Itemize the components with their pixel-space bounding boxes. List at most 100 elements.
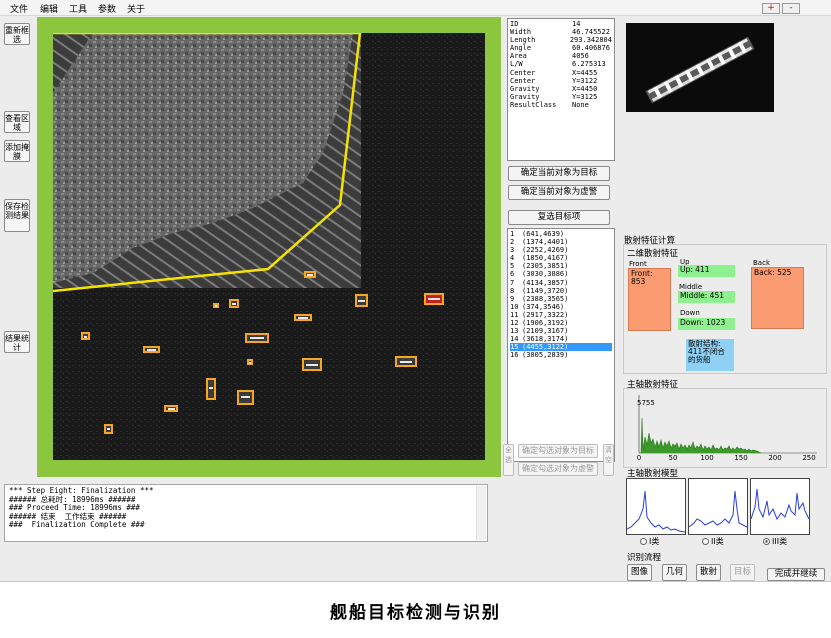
set-as-target-button[interactable]: 确定当前对象为目标 [508,166,610,181]
model-plot-1-line [626,490,686,533]
menu-file[interactable]: 文件 [10,2,28,15]
list-item-number: 7 [510,278,515,287]
list-item[interactable]: 11 (2917,3322) [510,311,612,319]
menu-tools[interactable]: 工具 [69,2,87,15]
menu-about[interactable]: 关于 [127,2,145,15]
target-thumbnail [626,23,774,112]
zoom-out-button[interactable]: - [782,3,800,14]
info-value: 293.342804 [569,36,612,45]
histogram-series [640,417,762,454]
flow-scatter-button[interactable]: 散射 [696,564,721,581]
log-output[interactable]: *** Step Eight: Finalization *** ###### 总… [4,484,488,542]
histogram-tick: 250 [802,454,815,461]
detection-box-highlighted[interactable] [424,293,444,305]
view-region-button[interactable]: 查看区域 [4,111,30,133]
model-option-1-label: I类 [649,537,660,546]
list-item[interactable]: 15 (4455,3122) [510,343,612,352]
model-plot-2[interactable] [688,478,748,535]
detection-box[interactable] [245,333,269,343]
menu-edit[interactable]: 编辑 [40,2,58,15]
detection-box[interactable] [294,314,312,321]
detection-box[interactable] [143,346,160,353]
statistics-button[interactable]: 结果统计 [4,331,30,353]
zoom-in-button[interactable]: + [762,3,780,14]
front-header: Front [629,260,647,268]
list-item[interactable]: 6 (3030,3886) [510,270,612,278]
detection-box[interactable] [304,271,316,278]
list-item[interactable]: 8 (1149,3720) [510,287,612,295]
list-item[interactable]: 4 (1850,4167) [510,254,612,262]
detection-box[interactable] [206,378,216,400]
flow-target-button[interactable]: 目标 [730,564,755,581]
model-option-3[interactable]: III类 [763,536,787,547]
reselect-button[interactable]: 重新框选 [4,23,30,45]
list-item[interactable]: 16 (3005,2839) [510,351,612,359]
add-mask-button[interactable]: 添加掩膜 [4,140,30,162]
clear-button[interactable]: 清空 [603,444,614,476]
sar-image[interactable] [53,33,485,460]
detection-box[interactable] [247,359,253,365]
mark-checked-false-button[interactable]: 确定勾选对象为虚警 [518,462,598,476]
list-item[interactable]: 12 (1906,3192) [510,319,612,327]
front-value: Front: 853 [628,268,671,331]
radio-dot-3 [763,538,770,545]
list-item-number: 5 [510,262,515,271]
model-option-3-label: III类 [772,537,788,546]
list-item-number: 1 [510,230,515,238]
target-list[interactable]: 1 (641,4639) 2 (1374,4401) 3 (2252,4269) 4 (185… [507,228,615,462]
middle-header: Middle [679,283,703,291]
detection-box[interactable] [229,299,239,308]
menu-bar: 文件 编辑 工具 参数 关于 + - [0,0,831,16]
info-row: Length 293.342804 [510,36,612,44]
detection-box[interactable] [164,405,178,412]
finish-continue-button[interactable]: 完成并继续 [767,568,825,581]
info-row: Width 46.745522 [510,28,612,36]
info-key: Angle [510,44,532,53]
info-value: Y=3122 [572,76,598,85]
list-item[interactable]: 10 (374,3546) [510,303,612,311]
info-value: None [572,100,589,109]
menu-params[interactable]: 参数 [98,2,116,15]
list-item[interactable]: 5 (2305,3851) [510,262,612,270]
list-item-number: 3 [510,246,515,255]
detection-box[interactable] [237,390,254,405]
save-result-button[interactable]: 保存检测结果 [4,199,30,232]
log-scrollbar[interactable] [476,486,486,540]
list-item-coords: (2305,3851) [522,262,569,271]
list-item-coords: (4455,3122) [522,343,569,352]
flow-image-button[interactable]: 图像 [627,564,652,581]
model-option-1[interactable]: I类 [640,536,659,547]
info-key: ResultClass [510,100,557,109]
detection-box[interactable] [213,303,219,308]
flow-geometry-button[interactable]: 几何 [662,564,687,581]
list-item-coords: (1149,3720) [522,286,569,295]
info-key: Gravity [510,84,540,93]
list-item[interactable]: 3 (2252,4269) [510,246,612,254]
detection-box[interactable] [395,356,417,367]
detection-box[interactable] [302,358,322,371]
list-item[interactable]: 13 (2109,3167) [510,327,612,335]
ship-thumbnail-image [626,23,774,112]
figure-caption: 舰船目标检测与识别 [330,603,501,623]
detection-box[interactable] [355,294,368,307]
model-option-2-label: II类 [711,537,724,546]
model-plot-3[interactable] [750,478,810,535]
detection-box[interactable] [81,332,90,340]
select-all-button[interactable]: 全选 [503,444,514,476]
info-value: X=4455 [572,68,598,77]
list-item[interactable]: 2 (1374,4401) [510,238,612,246]
list-item[interactable]: 9 (2388,3565) [510,295,612,303]
mark-checked-target-button[interactable]: 确定勾选对象为目标 [518,444,598,458]
back-value: Back: 525 [751,267,804,329]
list-item-number: 8 [510,286,515,295]
list-item[interactable]: 1 (641,4639) [510,230,612,238]
list-item-coords: (3030,3886) [522,270,569,279]
list-item[interactable]: 7 (4134,3857) [510,279,612,287]
reselect-targets-button[interactable]: 复选目标项 [508,210,610,225]
detection-box[interactable] [104,424,113,434]
model-plot-1[interactable] [626,478,686,535]
list-item[interactable]: 14 (3618,3174) [510,335,612,343]
set-as-false-alarm-button[interactable]: 确定当前对象为虚警 [508,185,610,200]
model-option-2[interactable]: II类 [702,536,724,547]
info-key: Length [510,36,536,45]
